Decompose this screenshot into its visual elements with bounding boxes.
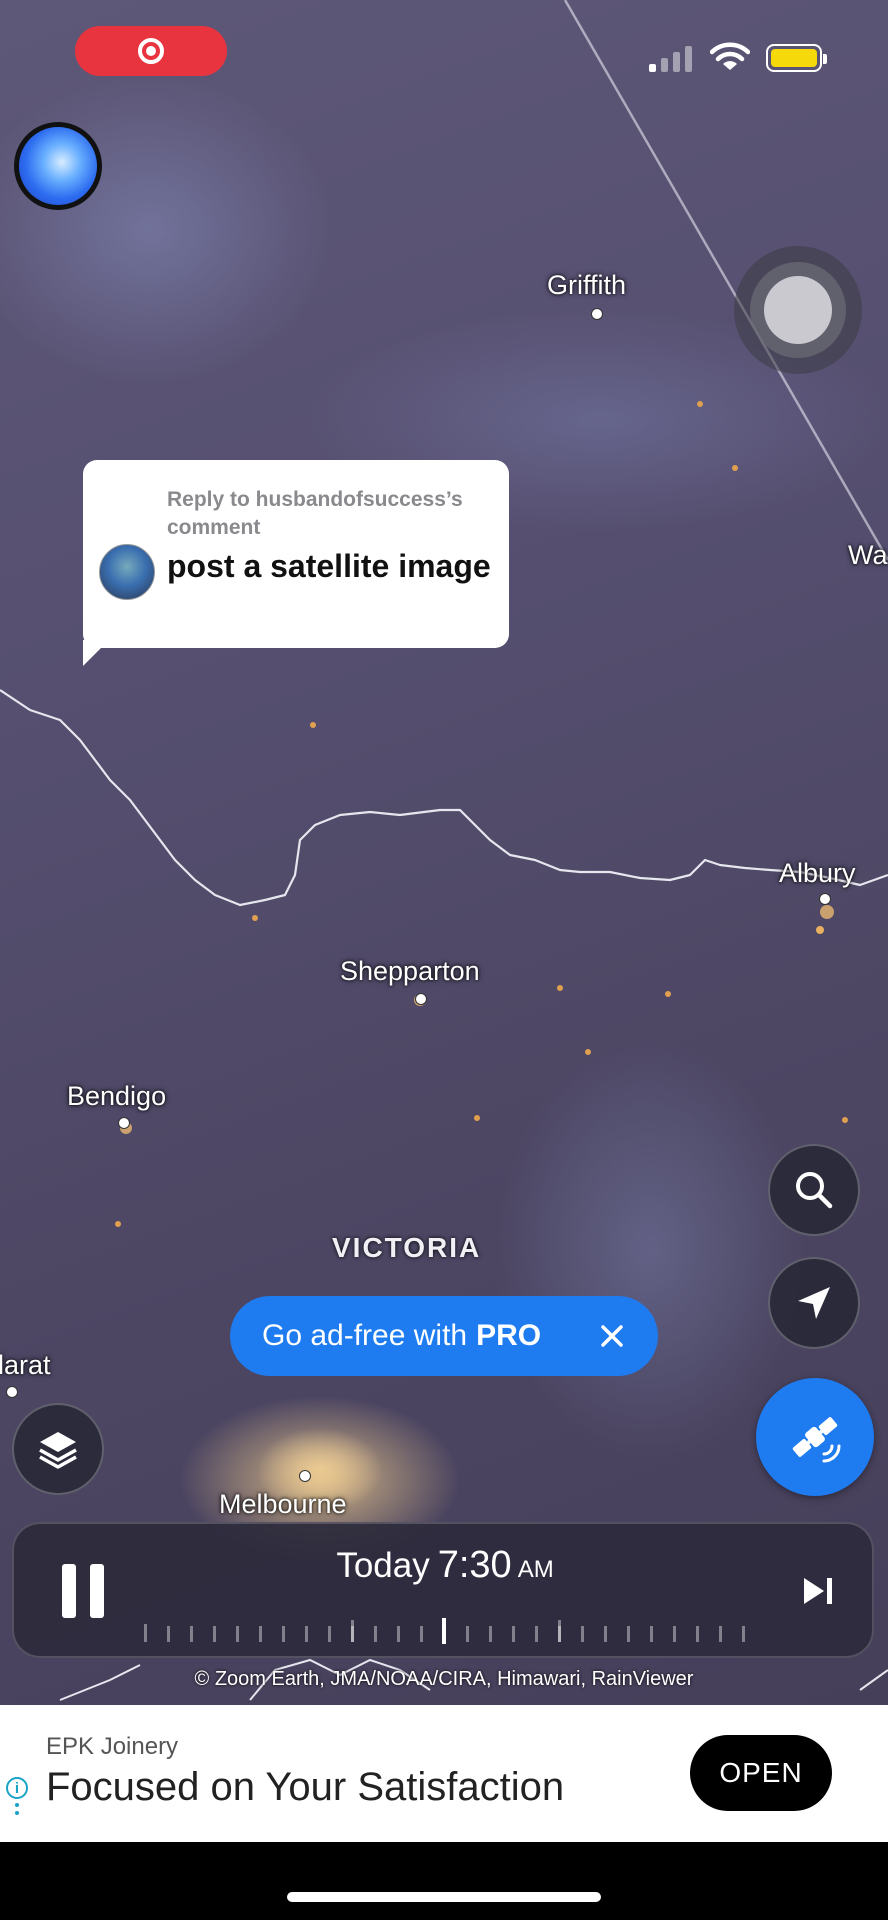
timeline-time-display: Today 7:30 AM <box>14 1544 876 1587</box>
close-icon[interactable] <box>594 1318 630 1354</box>
search-icon <box>796 1172 833 1209</box>
city-label-bendigo: Bendigo <box>67 1081 167 1111</box>
map-borders <box>0 0 888 1701</box>
timeline-player: Today 7:30 AM <box>12 1522 874 1658</box>
wifi-icon <box>710 42 750 70</box>
assistive-touch-button[interactable] <box>734 246 862 374</box>
city-dot-griffith <box>591 308 603 320</box>
promo-text: Go ad-free with <box>262 1319 468 1352</box>
city-dot-bendigo <box>118 1117 130 1129</box>
region-label-victoria: VICTORIA <box>332 1232 482 1263</box>
battery-icon <box>766 44 827 72</box>
city-label-griffith: Griffith <box>547 270 627 300</box>
go-ad-free-pro-banner[interactable]: Go ad-free with PRO <box>230 1296 658 1376</box>
city-label-melbourne: Melbourne <box>219 1489 347 1519</box>
map-attribution: © Zoom Earth, JMA/NOAA/CIRA, Himawari, R… <box>194 1668 694 1690</box>
timeline-scrubber[interactable] <box>142 1616 762 1646</box>
city-label-ballarat: larat <box>0 1350 51 1380</box>
ad-open-button[interactable]: OPEN <box>690 1735 832 1811</box>
screen-record-indicator[interactable] <box>75 26 227 76</box>
ad-info-icon[interactable]: i <box>6 1777 28 1799</box>
skip-forward-button[interactable] <box>800 1574 836 1608</box>
ad-headline: Focused on Your Satisfaction <box>46 1765 565 1809</box>
ad-banner[interactable]: i EPK Joinery Focused on Your Satisfacti… <box>0 1705 888 1842</box>
ad-menu-icon[interactable] <box>15 1803 20 1819</box>
avatar <box>99 544 155 600</box>
reply-message: post a satellite image <box>167 548 491 584</box>
promo-pro-label: PRO <box>476 1319 542 1352</box>
city-dot-shepparton <box>415 993 427 1005</box>
floating-app-bubble[interactable] <box>14 122 102 210</box>
reply-comment-bubble: Reply to husbandofsuccess’s comment post… <box>83 460 509 648</box>
satellite-icon <box>792 1417 841 1463</box>
reply-context: Reply to husbandofsuccess’s comment <box>167 488 463 539</box>
swirl-app-icon <box>19 127 97 205</box>
my-location-button[interactable] <box>768 1257 860 1349</box>
timeline-playhead[interactable] <box>442 1618 446 1644</box>
city-label-albury: Albury <box>779 858 856 888</box>
timeline-ampm: AM <box>517 1556 554 1583</box>
timeline-clock: 7:30 <box>437 1544 512 1586</box>
satellite-layer-button[interactable] <box>756 1378 874 1496</box>
reply-bubble-tail <box>83 640 109 666</box>
status-bar <box>0 0 888 100</box>
layers-icon <box>39 1432 77 1469</box>
cellular-signal-icon <box>649 44 692 72</box>
map-layers-button[interactable] <box>12 1403 104 1495</box>
satellite-map[interactable]: Griffith Wa Albury Shepparton Bendigo la… <box>0 0 888 1705</box>
city-dot-melbourne <box>299 1470 311 1482</box>
location-arrow-icon <box>798 1287 830 1319</box>
city-dot-ballarat <box>6 1386 18 1398</box>
city-label-shepparton: Shepparton <box>340 956 480 986</box>
city-dot-albury <box>819 893 831 905</box>
search-button[interactable] <box>768 1144 860 1236</box>
timeline-day: Today <box>336 1546 430 1585</box>
city-label-wagga: Wa <box>848 540 888 570</box>
ad-brand: EPK Joinery <box>46 1733 179 1760</box>
home-indicator[interactable] <box>287 1892 601 1902</box>
screen-record-icon <box>138 38 164 64</box>
